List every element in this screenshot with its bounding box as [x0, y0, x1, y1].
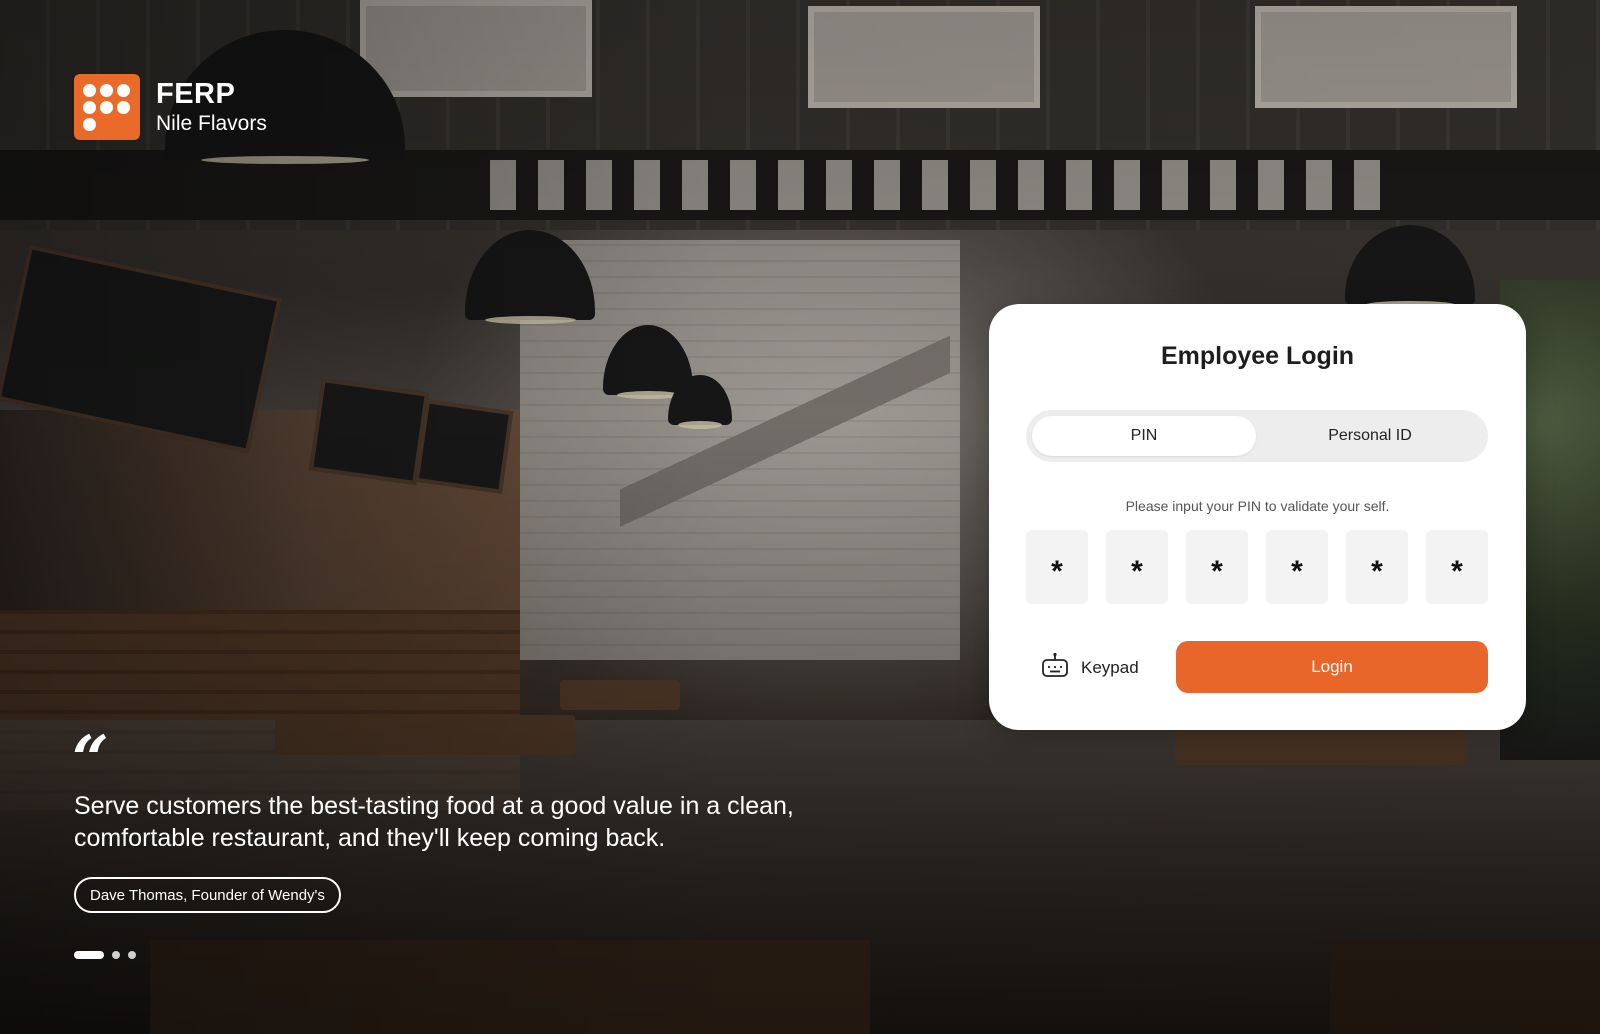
- quote-mark-icon: “: [72, 722, 109, 797]
- dots-grid-logo-icon: [74, 74, 140, 140]
- pager-dot-active[interactable]: [74, 951, 104, 959]
- pin-hint-text: Please input your PIN to validate your s…: [1125, 498, 1390, 514]
- brand-subtitle: Nile Flavors: [156, 112, 267, 135]
- brand-name: FERP: [156, 78, 236, 110]
- pin-digit-field[interactable]: *: [1266, 530, 1328, 604]
- testimonial-quote: Serve customers the best-tasting food at…: [74, 792, 794, 852]
- employee-login-card: Employee Login PIN Personal ID Please in…: [989, 304, 1526, 730]
- pin-input-group: * * * * * *: [1026, 530, 1488, 604]
- keypad-label: Keypad: [1081, 657, 1139, 677]
- pin-digit-field[interactable]: *: [1426, 530, 1488, 604]
- brand-header: FERP Nile Flavors: [74, 74, 267, 140]
- keyboard-icon: [1041, 652, 1069, 683]
- login-title: Employee Login: [1160, 342, 1355, 370]
- login-button[interactable]: Login: [1176, 641, 1488, 693]
- pager-dot[interactable]: [112, 951, 120, 959]
- pin-digit-field[interactable]: *: [1346, 530, 1408, 604]
- tab-personal-id[interactable]: Personal ID: [1258, 416, 1482, 456]
- pin-digit-field[interactable]: *: [1106, 530, 1168, 604]
- tab-pin[interactable]: PIN: [1032, 416, 1256, 456]
- carousel-pager: [74, 951, 136, 959]
- pin-digit-field[interactable]: *: [1026, 530, 1088, 604]
- testimonial-author-badge: Dave Thomas, Founder of Wendy's: [74, 877, 341, 913]
- pin-digit-field[interactable]: *: [1186, 530, 1248, 604]
- login-method-toggle: PIN Personal ID: [1026, 410, 1488, 462]
- pager-dot[interactable]: [128, 951, 136, 959]
- keypad-button[interactable]: Keypad: [1041, 652, 1139, 683]
